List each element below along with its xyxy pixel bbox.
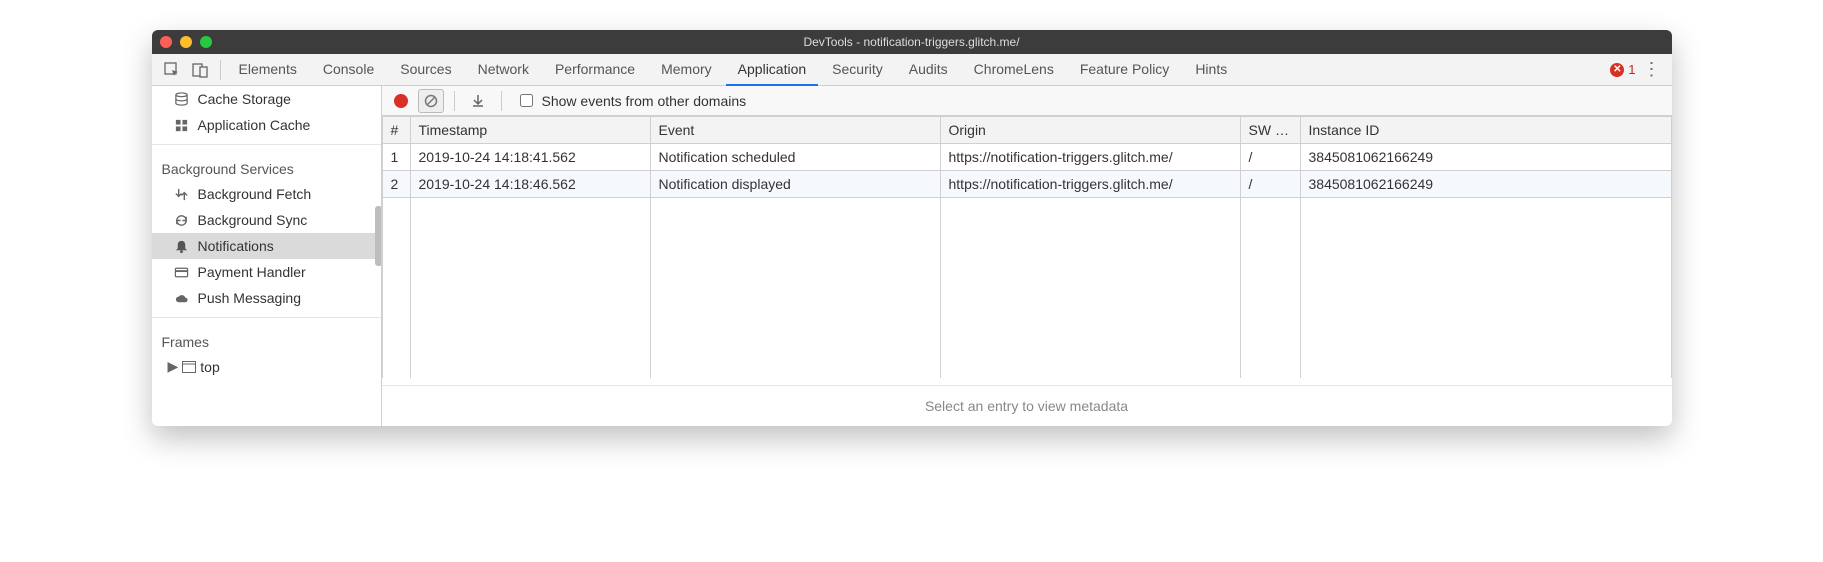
- tab-network[interactable]: Network: [466, 54, 541, 86]
- cell-sw: /: [1240, 171, 1300, 198]
- cell-sw: /: [1240, 144, 1300, 171]
- cell-timestamp: 2019-10-24 14:18:46.562: [410, 171, 650, 198]
- sidebar-item-label: Cache Storage: [198, 91, 291, 107]
- cell-n: 2: [382, 171, 410, 198]
- sidebar-scrollbar[interactable]: [375, 206, 382, 266]
- sidebar-section-frames: Frames: [152, 324, 381, 354]
- sidebar: Cache Storage Application Cache Backgroun…: [152, 86, 382, 426]
- error-icon: ✕: [1610, 63, 1624, 77]
- sidebar-item-label: Background Sync: [198, 212, 308, 228]
- record-button[interactable]: [388, 89, 414, 113]
- titlebar: DevTools - notification-triggers.glitch.…: [152, 30, 1672, 54]
- frame-icon: [182, 361, 196, 373]
- table-filler: [382, 198, 1671, 378]
- more-options-icon[interactable]: ⋮: [1642, 59, 1662, 80]
- cell-timestamp: 2019-10-24 14:18:41.562: [410, 144, 650, 171]
- tab-console[interactable]: Console: [311, 54, 386, 86]
- disclosure-triangle-icon: ▶: [168, 358, 179, 375]
- tab-feature-policy[interactable]: Feature Policy: [1068, 54, 1181, 86]
- show-other-domains-input[interactable]: [520, 94, 533, 107]
- separator: [454, 91, 455, 111]
- clear-button[interactable]: [418, 89, 444, 113]
- sidebar-item-payment-handler[interactable]: Payment Handler: [152, 259, 381, 285]
- table-row[interactable]: 12019-10-24 14:18:41.562Notification sch…: [382, 144, 1671, 171]
- column-header[interactable]: Timestamp: [410, 117, 650, 144]
- error-count-badge[interactable]: ✕ 1: [1610, 62, 1635, 77]
- tab-performance[interactable]: Performance: [543, 54, 647, 86]
- database-icon: [174, 92, 190, 107]
- table-row[interactable]: 22019-10-24 14:18:46.562Notification dis…: [382, 171, 1671, 198]
- cloud-icon: [174, 291, 190, 306]
- frames-top-item[interactable]: ▶ top: [152, 354, 381, 379]
- cell-event: Notification scheduled: [650, 144, 940, 171]
- column-header[interactable]: Event: [650, 117, 940, 144]
- sidebar-item-label: Push Messaging: [198, 290, 302, 306]
- column-header[interactable]: Origin: [940, 117, 1240, 144]
- separator: [220, 60, 221, 80]
- frames-top-label: top: [200, 359, 219, 375]
- tab-application[interactable]: Application: [726, 54, 819, 86]
- panel-toolbar: Show events from other domains: [382, 86, 1672, 116]
- tab-hints[interactable]: Hints: [1183, 54, 1239, 86]
- cell-instance: 3845081062166249: [1300, 144, 1671, 171]
- panel-tabs: ElementsConsoleSourcesNetworkPerformance…: [227, 54, 1611, 86]
- show-other-domains-label: Show events from other domains: [542, 93, 747, 109]
- show-other-domains-checkbox[interactable]: Show events from other domains: [516, 91, 747, 110]
- cell-event: Notification displayed: [650, 171, 940, 198]
- traffic-lights: [160, 36, 212, 48]
- close-window-button[interactable]: [160, 36, 172, 48]
- metadata-placeholder: Select an entry to view metadata: [382, 385, 1672, 426]
- tab-audits[interactable]: Audits: [897, 54, 960, 86]
- separator: [501, 91, 502, 111]
- tab-elements[interactable]: Elements: [227, 54, 309, 86]
- column-header[interactable]: Instance ID: [1300, 117, 1671, 144]
- tab-chromelens[interactable]: ChromeLens: [962, 54, 1066, 86]
- zoom-window-button[interactable]: [200, 36, 212, 48]
- minimize-window-button[interactable]: [180, 36, 192, 48]
- app-cache-icon: [174, 118, 190, 133]
- main-toolbar: ElementsConsoleSourcesNetworkPerformance…: [152, 54, 1672, 86]
- sidebar-item-application-cache[interactable]: Application Cache: [152, 112, 381, 138]
- sidebar-section-bg: Background Services: [152, 151, 381, 181]
- main-panel: Show events from other domains #Timestam…: [382, 86, 1672, 426]
- window-title: DevTools - notification-triggers.glitch.…: [152, 35, 1672, 49]
- cell-n: 1: [382, 144, 410, 171]
- sidebar-item-notifications[interactable]: Notifications: [152, 233, 381, 259]
- cell-origin: https://notification-triggers.glitch.me/: [940, 171, 1240, 198]
- bgfetch-icon: [174, 187, 190, 202]
- column-header[interactable]: SW …: [1240, 117, 1300, 144]
- cell-origin: https://notification-triggers.glitch.me/: [940, 144, 1240, 171]
- events-table: #TimestampEventOriginSW …Instance ID 120…: [382, 116, 1672, 385]
- tab-security[interactable]: Security: [820, 54, 895, 86]
- tab-sources[interactable]: Sources: [388, 54, 463, 86]
- sidebar-item-label: Payment Handler: [198, 264, 306, 280]
- sidebar-item-label: Application Cache: [198, 117, 311, 133]
- column-header[interactable]: #: [382, 117, 410, 144]
- sidebar-item-cache-storage[interactable]: Cache Storage: [152, 86, 381, 112]
- sidebar-item-label: Notifications: [198, 238, 274, 254]
- sidebar-item-push-messaging[interactable]: Push Messaging: [152, 285, 381, 311]
- inspect-element-icon[interactable]: [158, 56, 186, 84]
- sidebar-item-background-fetch[interactable]: Background Fetch: [152, 181, 381, 207]
- card-icon: [174, 265, 190, 280]
- sidebar-item-label: Background Fetch: [198, 186, 312, 202]
- sync-icon: [174, 213, 190, 228]
- device-toolbar-icon[interactable]: [186, 56, 214, 84]
- devtools-window: DevTools - notification-triggers.glitch.…: [152, 30, 1672, 426]
- sidebar-item-background-sync[interactable]: Background Sync: [152, 207, 381, 233]
- tab-memory[interactable]: Memory: [649, 54, 724, 86]
- cell-instance: 3845081062166249: [1300, 171, 1671, 198]
- download-button[interactable]: [465, 89, 491, 113]
- error-count: 1: [1628, 62, 1635, 77]
- bell-icon: [174, 239, 190, 254]
